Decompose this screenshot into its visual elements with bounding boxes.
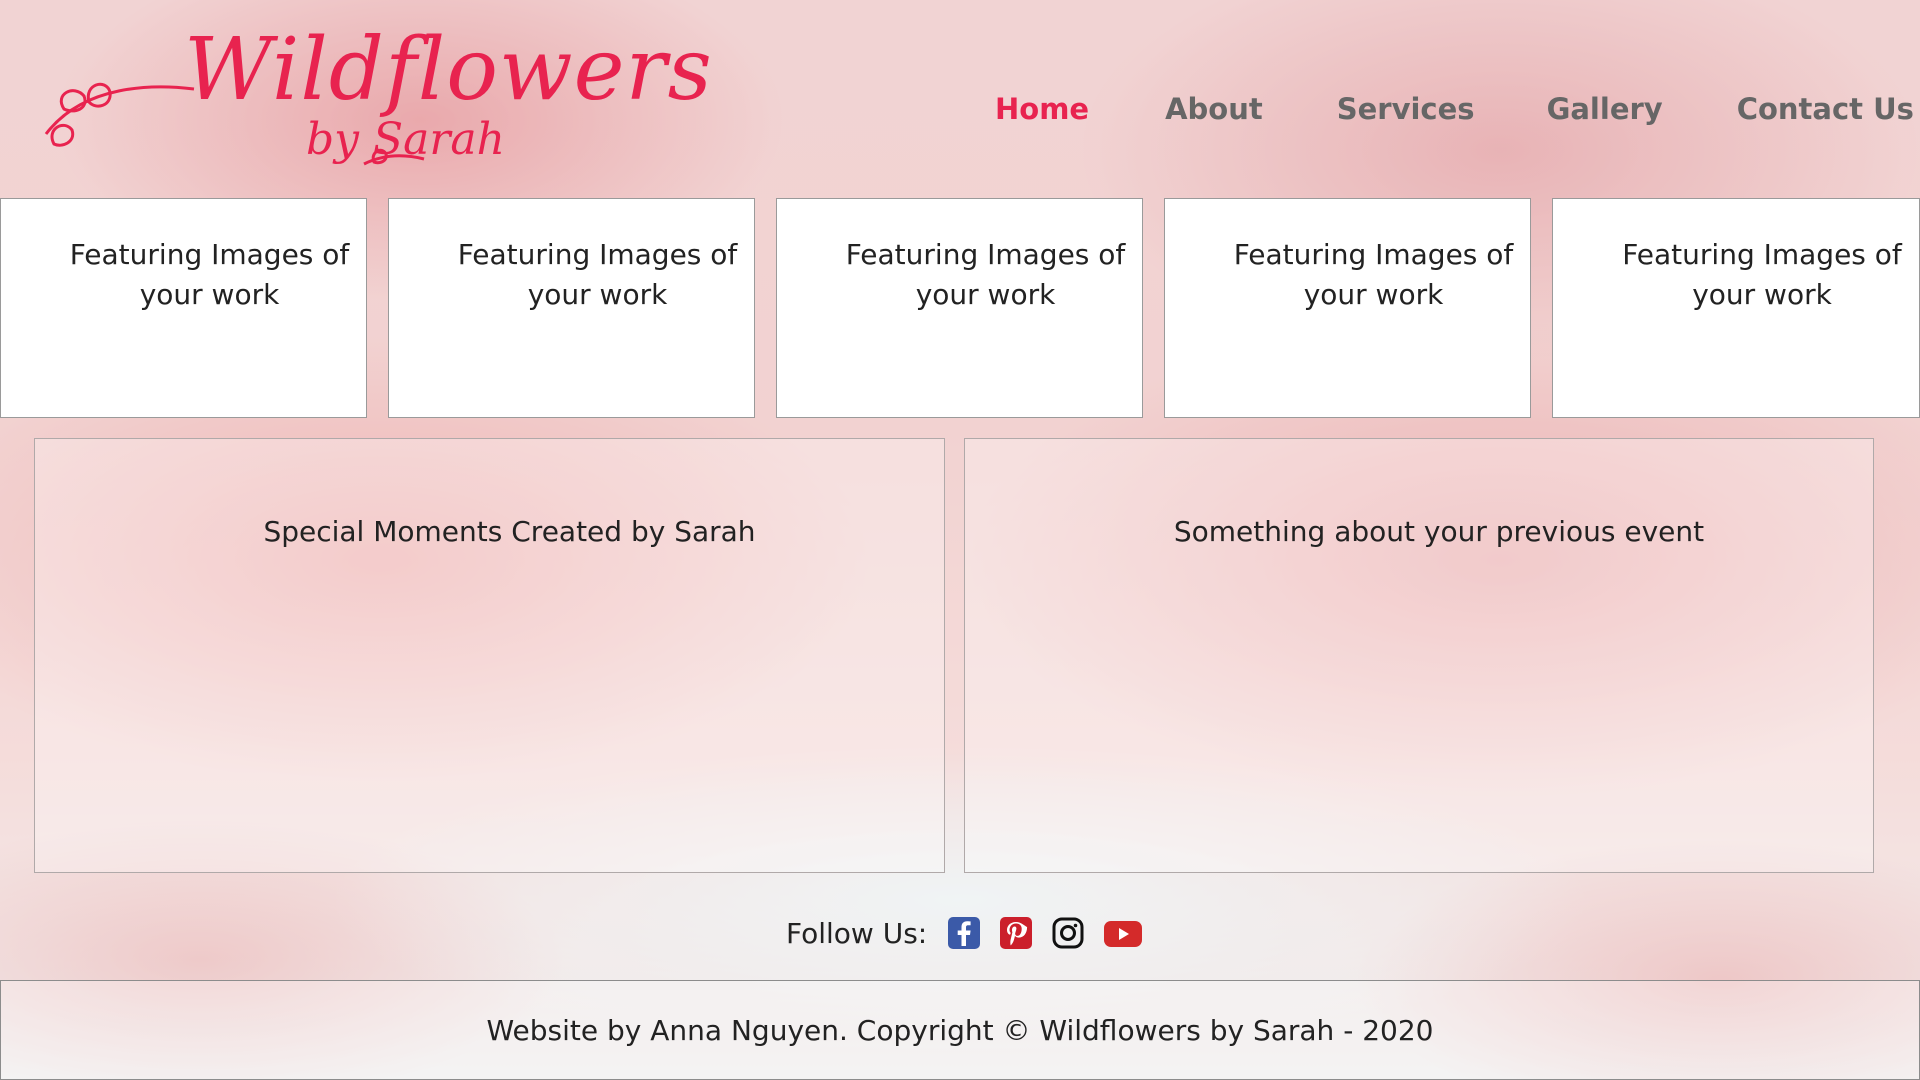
logo-tagline: by Sarah — [306, 114, 505, 165]
nav-services[interactable]: Services — [1337, 92, 1475, 126]
nav-about[interactable]: About — [1165, 92, 1263, 126]
footer: Website by Anna Nguyen. Copyright © Wild… — [0, 980, 1920, 1080]
pinterest-icon[interactable] — [999, 916, 1033, 950]
panel-heading: Special Moments Created by Sarah — [263, 515, 756, 548]
instagram-icon[interactable] — [1051, 916, 1085, 950]
feature-tile-title: Featuring Images of — [1622, 238, 1902, 271]
nav-contact-us[interactable]: Contact Us — [1737, 92, 1914, 126]
nav-gallery[interactable]: Gallery — [1547, 92, 1663, 126]
copyright-text: Website by Anna Nguyen. Copyright © Wild… — [486, 1013, 1434, 1047]
feature-tile[interactable]: Featuring Images of your work — [0, 198, 367, 418]
feature-tile-subtitle: your work — [527, 278, 668, 311]
feature-tile[interactable]: Featuring Images of your work — [1164, 198, 1531, 418]
feature-tile[interactable]: Featuring Images of your work — [776, 198, 1143, 418]
youtube-icon[interactable] — [1103, 916, 1143, 950]
feature-tile[interactable]: Featuring Images of your work — [388, 198, 755, 418]
feature-tile-subtitle: your work — [139, 278, 280, 311]
special-moments-panel: Special Moments Created by Sarah — [34, 438, 945, 873]
feature-tile-subtitle: your work — [1303, 278, 1444, 311]
facebook-icon[interactable] — [947, 916, 981, 950]
panel-heading: Something about your previous event — [1173, 515, 1705, 548]
follow-label: Follow Us: — [786, 916, 928, 950]
feature-tile-title: Featuring Images of — [457, 238, 738, 271]
social-links: Follow Us: — [786, 916, 1161, 950]
logo-wordmark: Wildflowers — [184, 20, 713, 120]
feature-tile-subtitle: your work — [1692, 278, 1832, 311]
feature-tile-title: Featuring Images of — [69, 238, 350, 271]
feature-tile-title: Featuring Images of — [845, 238, 1126, 271]
feature-tile[interactable]: Featuring Images of your work — [1552, 198, 1920, 418]
feature-tile-subtitle: your work — [915, 278, 1056, 311]
feature-tile-title: Featuring Images of — [1233, 238, 1514, 271]
logo[interactable]: Wildflowers by Sarah — [44, 14, 712, 194]
nav-home[interactable]: Home — [995, 92, 1089, 126]
previous-event-panel: Something about your previous event — [964, 438, 1874, 873]
main-nav: Home About Services Gallery Contact Us — [995, 92, 1914, 126]
